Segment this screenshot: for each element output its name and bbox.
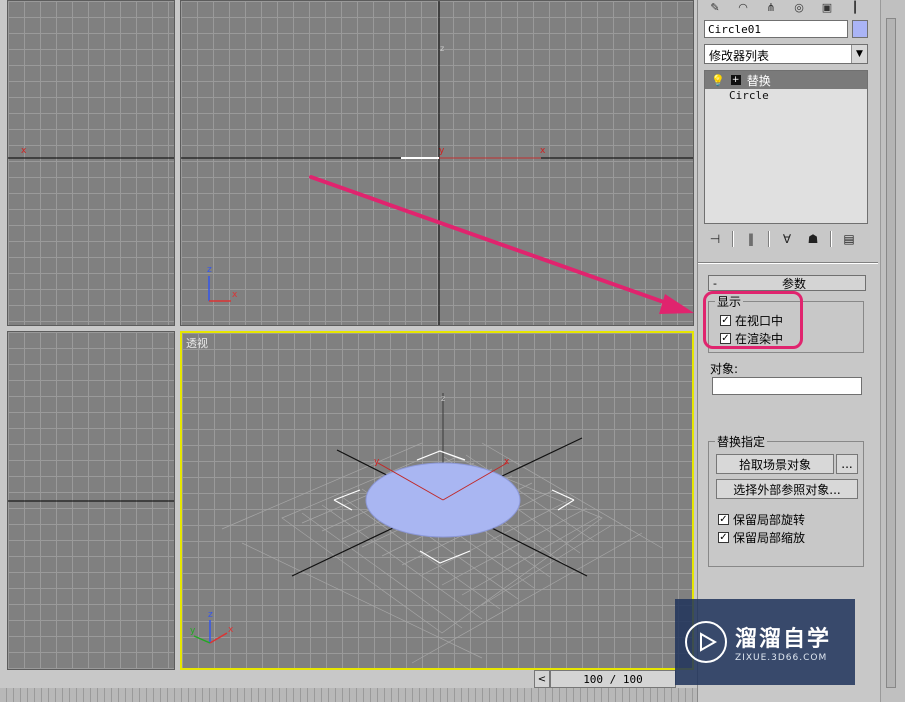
axis-y-label: y [439,146,445,156]
replace-group-label: 替换指定 [715,433,768,450]
show-end-result-icon[interactable]: ‖ [742,231,760,247]
track-bar[interactable] [0,688,697,702]
play-logo-icon [685,621,727,663]
watermark: 溜溜自学 ZIXUE.3D66.COM [675,599,855,685]
persp-x-label: x [504,457,510,467]
panel-scrollbar-thumb[interactable] [886,18,896,688]
create-tab-icon[interactable]: ✎ [704,0,726,14]
remove-modifier-icon[interactable]: ☗ [804,231,822,247]
parameters-rollout-header[interactable]: - 参数 [708,275,866,291]
watermark-sub: ZIXUE.3D66.COM [735,653,828,663]
lightbulb-icon[interactable]: 💡 [711,74,725,87]
keep-local-rotation-row[interactable]: ✓ 保留局部旋转 [718,511,805,528]
modifier-list-dropdown[interactable]: 修改器列表 ▼ [704,44,868,64]
object-color-swatch[interactable] [852,20,868,38]
stack-item-replace[interactable]: 💡 + 替换 [705,71,867,89]
gizmo-z-label: z [207,265,212,275]
toolbar-separator [830,231,832,247]
viewport-front-content: y x z z x [181,1,693,325]
keep-local-scale-label: 保留局部缩放 [733,531,806,545]
motion-tab-icon[interactable]: ◎ [788,0,810,14]
viewport-bottom-left-axes [8,500,174,502]
panel-scrollbar[interactable] [880,0,905,702]
gizmo-x-label: x [232,290,238,300]
panel-divider [698,262,878,264]
command-panel-tabs: ✎ ◠ ⋔ ◎ ▣ ┃ [698,0,878,14]
stack-toolbar: ⊣ ‖ ∀ ☗ ▤ [706,230,870,248]
play-logo-glyph [700,632,718,652]
persp-gizmo-x: x [228,625,234,635]
toolbar-separator [768,231,770,247]
perspective-scene: y x z z x y [190,393,663,664]
stack-item-circle[interactable]: Circle [705,89,867,105]
utilities-tab-icon[interactable]: ┃ [844,0,866,14]
axis-x-label: x [21,146,27,156]
app-window: x y x z z x 透视 y x z z x y ✎ ◠ ⋔ ◎ ▣ ┃ C… [0,0,905,702]
collapse-icon[interactable]: - [709,277,723,290]
watermark-text: 溜溜自学 ZIXUE.3D66.COM [735,621,831,663]
modify-tab-icon[interactable]: ◠ [732,0,754,14]
object-name-field[interactable]: Circle01 [704,20,848,38]
highlight-annotation [703,291,803,349]
object-field[interactable] [712,377,862,395]
dropdown-arrow-icon[interactable]: ▼ [851,45,867,63]
persp-y-label: y [374,457,380,467]
time-slider[interactable]: < 100 / 100 [534,670,676,688]
frame-counter[interactable]: 100 / 100 [550,670,676,688]
stack-item-replace-label: 替换 [746,73,771,88]
rollout-title: 参数 [781,276,806,291]
axis-z-label: z [440,44,444,53]
pin-stack-icon[interactable]: ⊣ [706,231,724,247]
keep-local-rotation-checkbox[interactable]: ✓ [718,514,729,525]
expand-plus-icon[interactable]: + [730,75,741,85]
hierarchy-tab-icon[interactable]: ⋔ [760,0,782,14]
watermark-main: 溜溜自学 [735,627,832,652]
toolbar-separator [732,231,734,247]
make-unique-icon[interactable]: ∀ [778,231,796,247]
viewport-bottom-left[interactable] [7,331,175,670]
pick-scene-object-button[interactable]: 拾取场景对象 [716,454,834,474]
configure-modifier-sets-icon[interactable]: ▤ [840,231,858,247]
viewport-front[interactable]: y x z z x [180,0,694,326]
pick-options-button[interactable]: ... [836,454,858,474]
viewport-perspective[interactable]: 透视 y x z z x y [180,331,694,670]
viewport-top-left-axes: x [8,146,174,159]
persp-gizmo-z: z [208,610,213,620]
persp-gizmo-y: y [190,626,196,636]
prev-frame-button[interactable]: < [534,670,550,688]
modifier-list-label: 修改器列表 [709,49,770,63]
keep-local-scale-checkbox[interactable]: ✓ [718,532,729,543]
keep-local-scale-row[interactable]: ✓ 保留局部缩放 [718,529,805,546]
display-tab-icon[interactable]: ▣ [816,0,838,14]
command-panel: ✎ ◠ ⋔ ◎ ▣ ┃ Circle01 修改器列表 ▼ 💡 + 替换 Circ… [697,0,905,702]
modifier-stack[interactable]: 💡 + 替换 Circle [704,70,868,224]
object-label: 对象: [710,362,739,376]
keep-local-rotation-label: 保留局部旋转 [733,513,806,527]
viewport-top-left[interactable]: x [7,0,175,326]
select-xref-object-button[interactable]: 选择外部参照对象... [716,479,858,499]
persp-z-label: z [441,394,445,403]
axis-x-label: x [540,146,546,156]
